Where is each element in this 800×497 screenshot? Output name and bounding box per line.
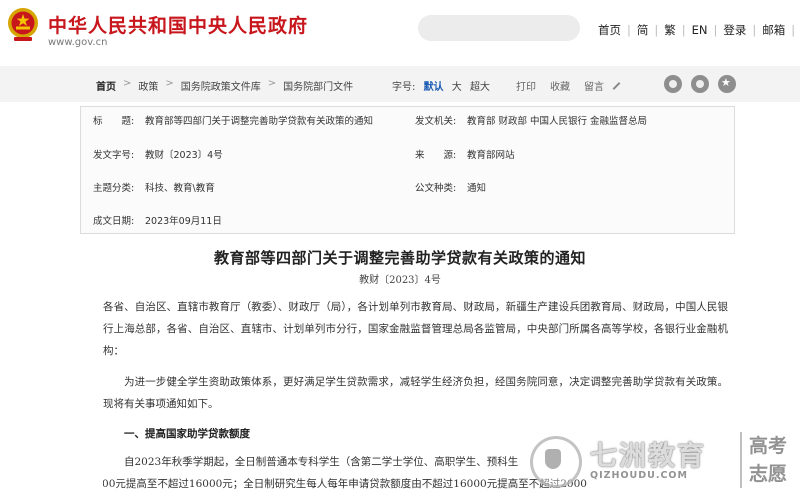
info-docno: 发文字号: 教财〔2023〕4号 <box>93 147 223 161</box>
font-size-label: 字号: <box>392 82 416 93</box>
document-title: 教育部等四部门关于调整完善助学贷款有关政策的通知 <box>213 249 586 267</box>
site-title[interactable]: 中华人民共和国中央人民政府 <box>48 11 308 38</box>
document-number: 教财〔2023〕4号 <box>359 275 441 286</box>
info-label: 主题分类: <box>93 183 135 194</box>
info-value: 2023年09月11日 <box>145 216 222 227</box>
link-simplified[interactable]: 简 <box>637 22 649 38</box>
pencil-icon[interactable] <box>612 81 621 90</box>
search-box[interactable] <box>418 15 580 41</box>
separator: | <box>627 23 631 37</box>
info-label: 成文日期: <box>93 216 135 227</box>
star-icon[interactable] <box>718 75 736 93</box>
info-label: 标 题: <box>93 116 135 127</box>
site-header: 中华人民共和国中央人民政府 www.gov.cn 首页 | 简 | 繁 | EN… <box>0 0 800 62</box>
watermark-side-top: 高考 <box>748 435 787 457</box>
share-icons <box>664 75 745 93</box>
watermark-side-bottom: 志愿 <box>748 463 787 485</box>
watermark-side: 高考 志愿 <box>740 432 794 488</box>
info-title: 标 题: 教育部等四部门关于调整完善助学贷款有关政策的通知 <box>93 113 373 127</box>
national-emblem-icon[interactable] <box>6 6 40 44</box>
info-label: 发文字号: <box>93 150 135 161</box>
breadcrumb-home[interactable]: 首页 <box>96 78 116 93</box>
link-home[interactable]: 首页 <box>598 22 621 38</box>
font-size-xlarge[interactable]: 超大 <box>470 82 490 93</box>
breadcrumb-separator: > <box>123 78 132 89</box>
print-button[interactable]: 打印 <box>516 78 536 93</box>
info-label: 来 源: <box>415 150 457 161</box>
paragraph-section-1: 自2023年秋季学期起，全日制普通本专科学生（含第二学士学位、高职学生、预科生 … <box>103 451 728 495</box>
info-label: 公文种类: <box>415 183 457 194</box>
breadcrumb: 首页 > 政策 > 国务院政策文件库 > 国务院部门文件 <box>96 78 353 93</box>
info-value: 科技、教育\教育 <box>145 183 215 194</box>
info-value: 教育部等四部门关于调整完善助学贷款有关政策的通知 <box>145 116 374 127</box>
breadcrumb-separator: > <box>165 78 174 89</box>
separator: | <box>752 23 757 37</box>
breadcrumb-policy[interactable]: 政策 <box>138 78 158 93</box>
paragraph-addressees: 各省、自治区、直辖市教育厅（教委）、财政厅（局），各计划单列市教育局、财政局，新… <box>103 301 728 357</box>
separator: | <box>713 23 718 37</box>
separator: | <box>681 23 686 37</box>
font-size-default[interactable]: 默认 <box>424 82 444 93</box>
link-login[interactable]: 登录 <box>723 22 746 38</box>
info-row: 发文字号: 教财〔2023〕4号 来 源: 教育部网站 <box>81 147 734 169</box>
comment-button[interactable]: 留言 <box>584 78 604 93</box>
font-size-selector: 字号: 默认 大 超大 <box>392 78 490 93</box>
info-kind: 公文种类: 通知 <box>415 180 486 194</box>
document-info-box: 标 题: 教育部等四部门关于调整完善助学贷款有关政策的通知 发文机关: 教育部 财政… <box>80 106 735 234</box>
top-links: 首页 | 简 | 繁 | EN | 登录 | 邮箱 | 无 <box>598 22 800 38</box>
site-url: www.gov.cn <box>48 37 108 48</box>
weibo-icon[interactable] <box>664 75 682 93</box>
info-row: 成文日期: 2023年09月11日 <box>81 213 734 235</box>
separator: | <box>654 23 659 37</box>
link-traditional[interactable]: 繁 <box>664 22 676 38</box>
link-english[interactable]: EN <box>692 23 708 37</box>
info-value: 教育部网站 <box>467 150 515 161</box>
breadcrumb-department-docs[interactable]: 国务院部门文件 <box>283 78 353 93</box>
info-value: 教育部 财政部 中国人民银行 金融监督总局 <box>467 116 648 127</box>
paragraph-line: 12000元提高至不超过16000元；全日制研究生每人每年申请贷款额度由不超过1… <box>103 478 587 490</box>
info-topic: 主题分类: 科技、教育\教育 <box>93 180 215 194</box>
wechat-icon[interactable] <box>691 75 709 93</box>
search-input[interactable] <box>418 15 580 41</box>
info-value: 教财〔2023〕4号 <box>145 150 223 161</box>
paragraph-intro: 为进一步健全学生资助政策体系，更好满足学生贷款需求，减轻学生经济负担，经国务院同… <box>103 376 728 410</box>
info-label: 发文机关: <box>415 116 457 127</box>
info-row: 标 题: 教育部等四部门关于调整完善助学贷款有关政策的通知 发文机关: 教育部 财政… <box>81 113 734 135</box>
font-size-large[interactable]: 大 <box>452 82 462 93</box>
page-tools: 打印 收藏 留言 <box>516 78 621 93</box>
info-date: 成文日期: 2023年09月11日 <box>93 213 222 227</box>
favorite-button[interactable]: 收藏 <box>550 78 570 93</box>
info-issuer: 发文机关: 教育部 财政部 中国人民银行 金融监督总局 <box>415 113 647 127</box>
section-heading: 一、提高国家助学贷款额度 <box>124 428 250 440</box>
breadcrumb-policy-library[interactable]: 国务院政策文件库 <box>181 78 261 93</box>
info-row: 主题分类: 科技、教育\教育 公文种类: 通知 <box>81 180 734 202</box>
link-mail[interactable]: 邮箱 <box>762 22 785 38</box>
paragraph-line: 自2023年秋季学期起，全日制普通本专科学生（含第二学士学位、高职学生、预科生 <box>124 456 519 468</box>
separator: | <box>791 23 796 37</box>
info-value: 通知 <box>467 183 487 194</box>
breadcrumb-separator: > <box>267 78 277 89</box>
info-source: 来 源: 教育部网站 <box>415 147 515 161</box>
